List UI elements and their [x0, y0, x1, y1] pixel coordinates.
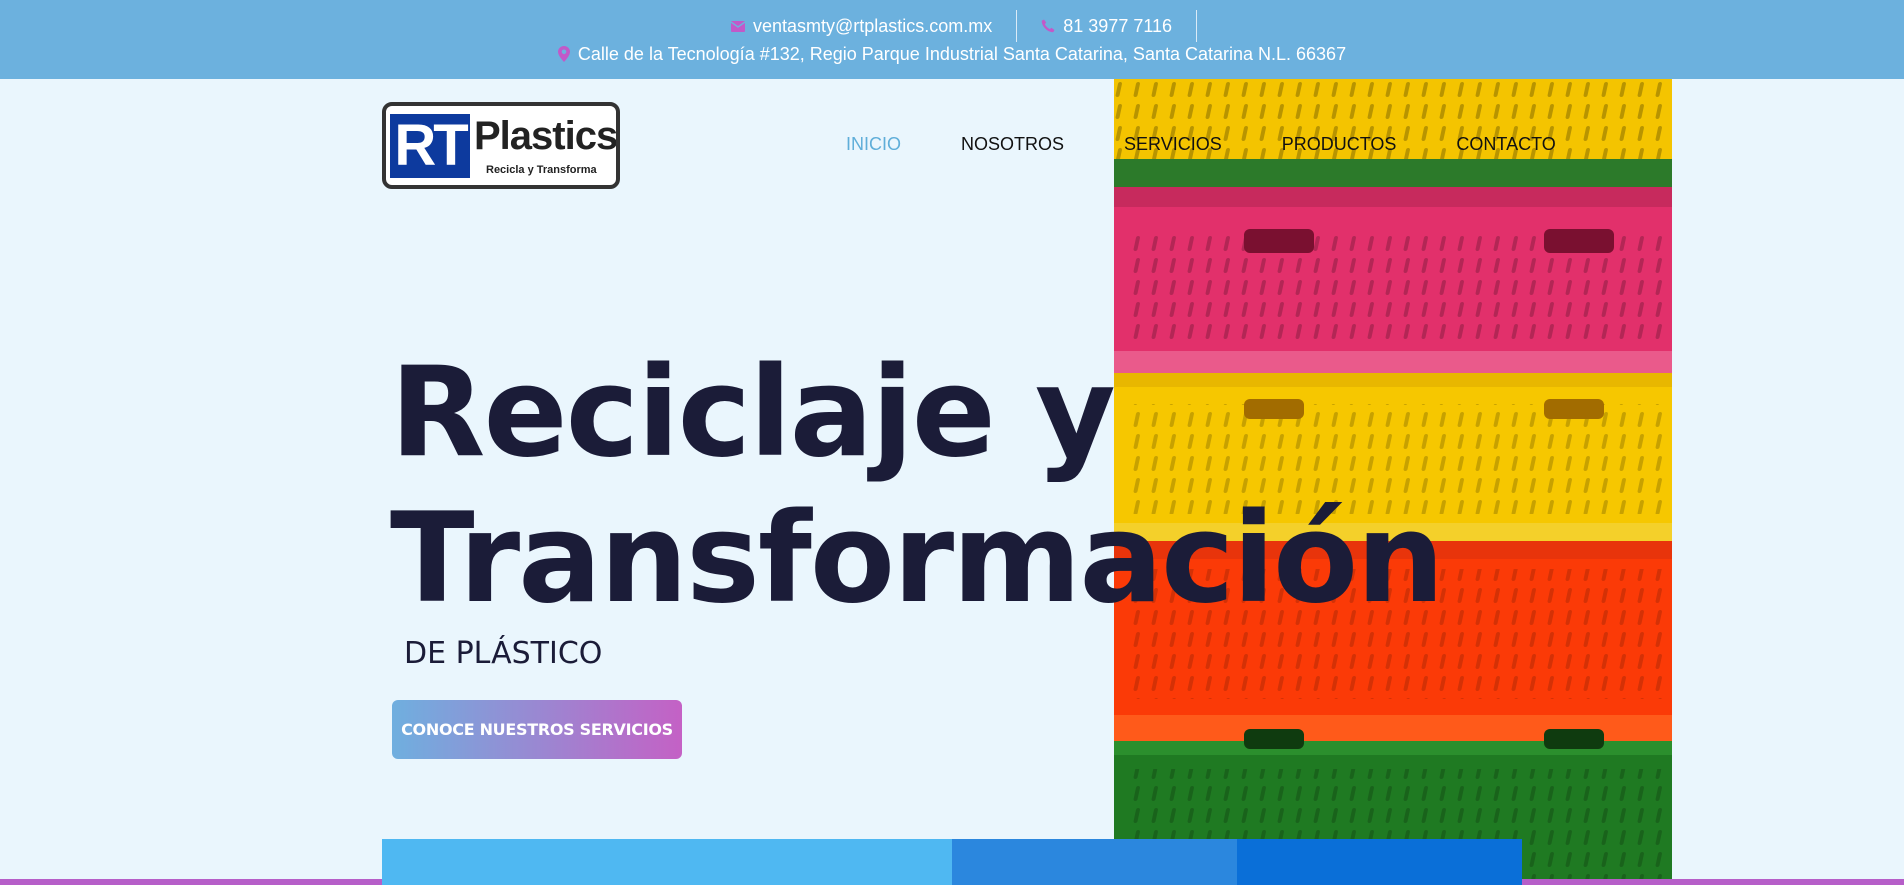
nav-nosotros[interactable]: NOSOTROS [961, 132, 1064, 156]
map-pin-icon [557, 46, 570, 62]
email-contact[interactable]: ventasmty@rtplastics.com.mx [707, 10, 1016, 42]
main-nav: INICIO NOSOTROS SERVICIOS PRODUCTOS CONT… [846, 132, 1616, 156]
hero-title: Reciclaje y Transformación [390, 340, 1445, 632]
address-row: Calle de la Tecnología #132, Regio Parqu… [0, 42, 1904, 66]
logo-name: Plastics [474, 114, 618, 158]
top-contact-bar: ventasmty@rtplastics.com.mx 81 3977 7116… [0, 0, 1904, 79]
logo-mark: RT [390, 114, 470, 178]
feature-block-2 [952, 839, 1237, 885]
envelope-icon [730, 20, 745, 32]
phone-icon [1041, 19, 1055, 33]
services-cta-button[interactable]: CONOCE NUESTROS SERVICIOS [392, 700, 682, 759]
phone-text[interactable]: 81 3977 7116 [1063, 16, 1172, 37]
email-text[interactable]: ventasmty@rtplastics.com.mx [753, 16, 992, 37]
divider [1196, 10, 1198, 42]
contact-row: ventasmty@rtplastics.com.mx 81 3977 7116 [0, 10, 1904, 42]
hero-subtitle: DE PLÁSTICO [404, 636, 603, 671]
feature-block-1 [382, 839, 952, 885]
nav-contacto[interactable]: CONTACTO [1456, 132, 1555, 156]
feature-block-3 [1237, 839, 1522, 885]
nav-productos[interactable]: PRODUCTOS [1282, 132, 1397, 156]
logo-tagline: Recicla y Transforma [486, 164, 597, 176]
phone-contact[interactable]: 81 3977 7116 [1017, 10, 1196, 42]
address-text: Calle de la Tecnología #132, Regio Parqu… [577, 43, 1347, 64]
rtplastics-logo[interactable]: RT Plastics Recicla y Transforma [382, 102, 620, 189]
hero-title-line2: Transformación [390, 487, 1445, 631]
nav-servicios[interactable]: SERVICIOS [1124, 132, 1222, 156]
hero-title-line1: Reciclaje y [390, 341, 1116, 485]
nav-inicio[interactable]: INICIO [846, 132, 901, 156]
